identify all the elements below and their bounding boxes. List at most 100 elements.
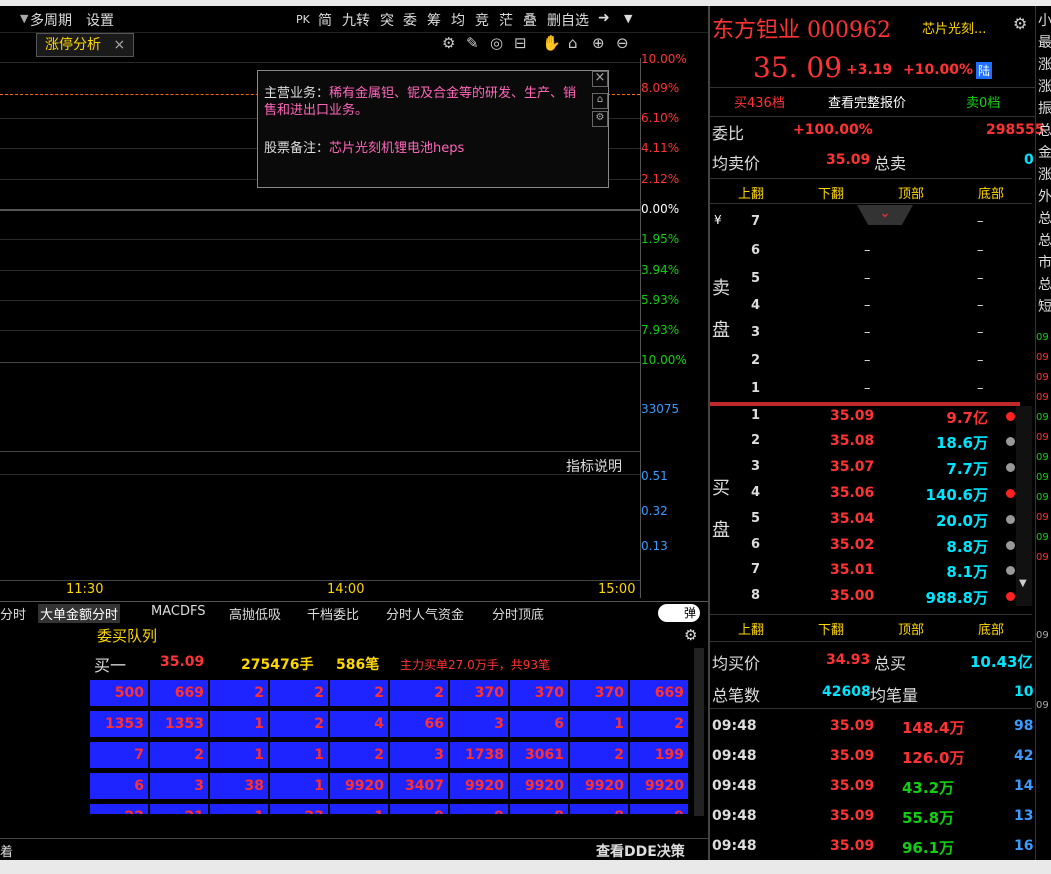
queue-cell: 500 <box>90 680 148 706</box>
queue-cell: 2 <box>390 680 448 706</box>
queue-cell: 9 <box>450 804 508 814</box>
queue-cell: 8 <box>510 804 568 814</box>
dropdown-arrow-icon[interactable]: ▼ <box>624 12 632 25</box>
total-trades-label: 总笔数 <box>712 686 761 705</box>
tick-count: 98 <box>1014 718 1034 734</box>
queue-cell: 9920 <box>330 773 388 799</box>
tab-big-order[interactable]: 大单金额分时 <box>38 604 121 623</box>
tick-volume: 96.1万 <box>902 839 955 857</box>
toolbar-jing[interactable]: 竞 <box>475 10 489 30</box>
toolbar-pk[interactable]: PK <box>296 13 310 26</box>
multi-period-button[interactable]: 多周期 <box>30 10 72 30</box>
toolbar-chou[interactable]: 筹 <box>427 10 441 30</box>
pin-right-icon[interactable]: ➜ <box>598 10 610 26</box>
sell-levels-button[interactable]: 卖0档 <box>966 92 1000 111</box>
top-button[interactable]: 顶部 <box>898 619 924 638</box>
side-info-strip: 小最涨涨振总金涨外总总市总短 09 09 09 09 09 09 09 09 09 09 09 09 09… <box>1035 6 1051 860</box>
print-icon[interactable]: ⊟ <box>514 34 527 52</box>
bottom-button[interactable]: 底部 <box>978 183 1004 202</box>
pct-label: 6.10% <box>641 111 680 125</box>
grid-line <box>0 239 640 240</box>
settings-icon[interactable]: ⚙ <box>442 34 455 52</box>
pct-label: 4.11% <box>641 141 680 155</box>
lock-icon[interactable]: ⌂ <box>592 93 608 109</box>
side-label-char: 短 <box>1038 299 1051 315</box>
bottom-button[interactable]: 底部 <box>978 619 1004 638</box>
queue-cell: 7 <box>90 742 148 768</box>
tab-limit-up-analysis[interactable]: 涨停分析 × <box>36 33 135 57</box>
queue-cell: 22 <box>90 804 148 814</box>
queue-cell: 23 <box>270 804 328 814</box>
hand-icon[interactable]: ✋ <box>542 34 561 52</box>
toolbar-delete-watchlist[interactable]: 删自选 <box>547 10 589 30</box>
buy-level-price: 35.06 <box>830 485 875 501</box>
close-icon[interactable]: × <box>113 37 125 53</box>
chevron-down-icon[interactable]: ▼ <box>1019 578 1027 589</box>
volume-label: 33075 <box>641 402 680 416</box>
sell-vol-dash: – <box>977 298 984 313</box>
grid-line <box>0 474 640 475</box>
orderbook-divider <box>710 402 1020 406</box>
gear-icon[interactable]: ⚙ <box>1013 14 1027 33</box>
side-label-char: 最 <box>1038 35 1051 51</box>
queue-scrollbar[interactable] <box>694 648 704 816</box>
buy-levels-button[interactable]: 买436档 <box>734 92 785 111</box>
pen-icon[interactable]: ✎ <box>466 34 479 52</box>
dde-button[interactable]: 查看DDE决策 <box>596 841 685 861</box>
note-label: 股票备注： <box>264 141 330 156</box>
gear-icon[interactable]: ⚙ <box>592 111 608 127</box>
orderbook-scrollbar[interactable]: ▼ <box>1016 406 1032 606</box>
tick-price: 35.09 <box>830 838 875 854</box>
page-down-button[interactable]: 下翻 <box>818 183 844 202</box>
toolbar-jiuzhuan[interactable]: 九转 <box>342 10 370 30</box>
toolbar-jian[interactable]: 简 <box>318 10 332 30</box>
divider <box>710 708 1032 709</box>
tick-price: 35.09 <box>830 748 875 764</box>
page-up-button[interactable]: 上翻 <box>738 619 764 638</box>
avg-buy-label: 均买价 <box>712 654 761 673</box>
lock-icon[interactable]: ⌂ <box>568 34 578 52</box>
yen-icon: ¥ <box>714 213 722 227</box>
side-label-char: 总 <box>1038 233 1051 249</box>
side-label-char: 涨 <box>1038 57 1051 73</box>
sell-price-dash: – <box>864 271 871 286</box>
queue-cell: 1738 <box>450 742 508 768</box>
dropdown-arrow-icon[interactable]: ▼ <box>20 12 28 25</box>
time-label: 11:30 <box>66 582 104 597</box>
full-quote-button[interactable]: 查看完整报价 <box>828 92 906 111</box>
buy-level-volume: 8.1万 <box>946 563 988 581</box>
toolbar-wei[interactable]: 委 <box>403 10 417 30</box>
toolbar-jun[interactable]: 均 <box>451 10 465 30</box>
page-up-button[interactable]: 上翻 <box>738 183 764 202</box>
buy-level-volume: 7.7万 <box>946 460 988 478</box>
tab-renqi[interactable]: 分时人气资金 <box>386 604 464 623</box>
tab-gaopao[interactable]: 高抛低吸 <box>229 604 281 623</box>
indicator-explain-button[interactable]: 指标说明 <box>566 456 622 476</box>
side-label-char: 小 <box>1038 13 1051 29</box>
orderbook-header-top: 上翻 下翻 顶部 底部 <box>710 178 1032 204</box>
stock-name: 东方钽业 000962 <box>712 18 891 43</box>
zoom-in-icon[interactable]: ⊕ <box>592 34 605 52</box>
popup-toggle[interactable]: 弹 <box>658 604 700 622</box>
toolbar-die[interactable]: 叠 <box>523 10 537 30</box>
settings-button[interactable]: 设置 <box>86 10 114 30</box>
buy-level-volume: 140.6万 <box>925 486 988 504</box>
side-time: 09 <box>1036 630 1049 641</box>
toolbar-tu[interactable]: 突 <box>380 10 394 30</box>
tab-fenshi[interactable]: 分时 <box>0 604 26 623</box>
zoom-out-icon[interactable]: ⊖ <box>616 34 629 52</box>
tab-dingdi[interactable]: 分时顶底 <box>492 604 544 623</box>
gear-icon[interactable]: ⚙ <box>684 626 697 644</box>
tick-time: 09:48 <box>712 778 757 794</box>
queue-price: 35.09 <box>160 654 205 670</box>
tick-volume: 148.4万 <box>902 719 965 737</box>
total-sell-value: 0 <box>1024 152 1034 168</box>
toolbar-mang[interactable]: 茫 <box>499 10 513 30</box>
close-icon[interactable]: × <box>592 71 608 87</box>
eye-icon[interactable]: ◎ <box>490 34 503 52</box>
tick-time: 09:48 <box>712 748 757 764</box>
page-down-button[interactable]: 下翻 <box>818 619 844 638</box>
tab-macdfs[interactable]: MACDFS <box>151 604 205 619</box>
tab-qiandang[interactable]: 千档委比 <box>307 604 359 623</box>
top-button[interactable]: 顶部 <box>898 183 924 202</box>
